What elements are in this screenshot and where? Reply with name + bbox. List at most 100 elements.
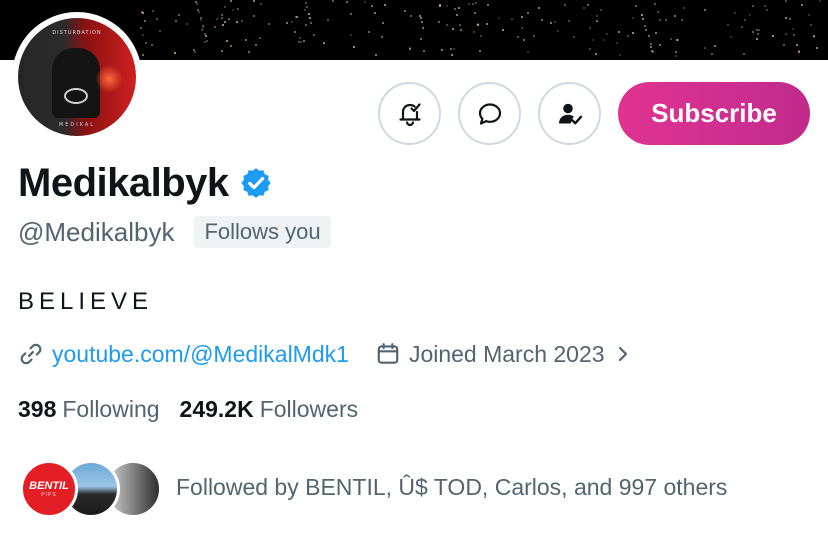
banner-light — [704, 9, 706, 11]
banner-light — [618, 31, 620, 33]
banner-light — [554, 21, 556, 23]
banner-light — [306, 6, 308, 8]
banner-light — [801, 4, 803, 6]
following-button[interactable] — [538, 82, 601, 145]
banner-light — [206, 40, 208, 42]
subscribe-button[interactable]: Subscribe — [618, 82, 810, 145]
banner-light — [142, 34, 144, 36]
banner-light — [538, 7, 540, 9]
banner-light — [439, 4, 441, 6]
banner-light — [310, 22, 312, 24]
handle-row: @Medikalbyk Follows you — [18, 216, 331, 248]
banner-light — [230, 45, 232, 47]
banner-light — [221, 14, 223, 16]
banner-light — [468, 3, 470, 5]
website-link[interactable]: youtube.com/@MedikalMdk1 — [52, 341, 349, 368]
banner-light — [796, 44, 798, 46]
banner-light — [670, 38, 672, 40]
banner-light — [683, 7, 685, 9]
followed-by-text[interactable]: Followed by BENTIL, Û$ TOD, Carlos, and … — [176, 474, 727, 501]
banner-light — [226, 40, 228, 42]
banner-light — [714, 45, 716, 47]
banner-light — [749, 14, 751, 16]
banner-light — [178, 14, 180, 16]
banner-light — [201, 29, 203, 31]
banner-light — [228, 18, 230, 20]
banner-light — [533, 35, 535, 37]
banner-light — [651, 50, 653, 52]
verified-badge-icon[interactable] — [239, 166, 273, 200]
banner-light — [704, 47, 706, 49]
banner-light — [517, 36, 519, 38]
follower-avatar-bentil-text: BENTIL — [29, 480, 69, 492]
banner-light — [232, 9, 234, 11]
banner-light — [374, 12, 376, 14]
banner-light — [186, 23, 188, 25]
follower-avatar-bentil[interactable]: BENTIL PIPS — [20, 460, 78, 518]
banner-light — [589, 48, 591, 50]
avatar-flare — [96, 64, 122, 94]
banner-light — [665, 19, 667, 21]
banner-light — [475, 2, 477, 4]
message-button[interactable] — [458, 82, 521, 145]
banner-light — [606, 33, 608, 35]
banner-light — [632, 32, 634, 34]
banner-light — [350, 13, 352, 15]
banner-light — [756, 38, 758, 40]
banner-light — [595, 53, 597, 55]
banner-light — [151, 44, 153, 46]
banner-light — [642, 18, 644, 20]
banner-light — [237, 8, 239, 10]
banner-light — [573, 36, 575, 38]
banner-light — [734, 12, 736, 14]
banner-light — [259, 37, 261, 39]
banner-light — [451, 54, 453, 56]
banner-light — [200, 19, 202, 21]
banner-light — [459, 24, 461, 26]
banner-light — [648, 35, 650, 37]
banner-light — [587, 4, 589, 6]
banner-light — [404, 10, 406, 12]
profile-avatar[interactable]: DISTURBATION MEDIKAL — [12, 12, 142, 142]
banner-light — [819, 0, 821, 2]
banner-light — [521, 16, 523, 18]
banner-light — [511, 18, 513, 20]
notifications-button[interactable] — [378, 82, 441, 145]
banner-light — [304, 9, 306, 11]
name-row: Medikalbyk — [18, 158, 273, 208]
banner-light — [764, 5, 766, 7]
banner-light — [438, 21, 440, 23]
banner-light — [564, 4, 566, 6]
banner-light — [727, 24, 729, 26]
banner-light — [221, 17, 223, 19]
banner-light — [616, 42, 618, 44]
follows-you-badge: Follows you — [194, 216, 331, 248]
banner-light — [224, 6, 226, 8]
banner-light — [589, 27, 591, 29]
profile-meta: youtube.com/@MedikalMdk1 Joined March 20… — [18, 338, 633, 370]
banner-light — [245, 39, 247, 41]
avatar-figure — [52, 48, 100, 118]
display-name: Medikalbyk — [18, 160, 229, 205]
banner-light — [308, 13, 310, 15]
banner-light — [541, 19, 543, 21]
banner-light — [596, 20, 598, 22]
banner-light — [142, 54, 144, 56]
chevron-right-icon[interactable] — [613, 344, 633, 364]
banner-light — [294, 31, 296, 33]
banner-light — [194, 51, 196, 53]
banner-light — [420, 38, 422, 40]
banner-light — [364, 1, 366, 3]
banner-light — [198, 11, 200, 13]
following-label: Following — [62, 396, 160, 422]
followers-link[interactable]: 249.2K Followers — [180, 396, 359, 423]
following-link[interactable]: 398 Following — [18, 396, 160, 423]
banner-light — [550, 22, 552, 24]
banner-light — [619, 54, 621, 56]
banner-light — [635, 5, 637, 7]
follow-stats: 398 Following 249.2K Followers — [18, 396, 358, 423]
banner-light — [487, 4, 489, 6]
banner-light — [353, 46, 355, 48]
banner-light — [659, 19, 661, 21]
banner-light — [452, 28, 454, 30]
